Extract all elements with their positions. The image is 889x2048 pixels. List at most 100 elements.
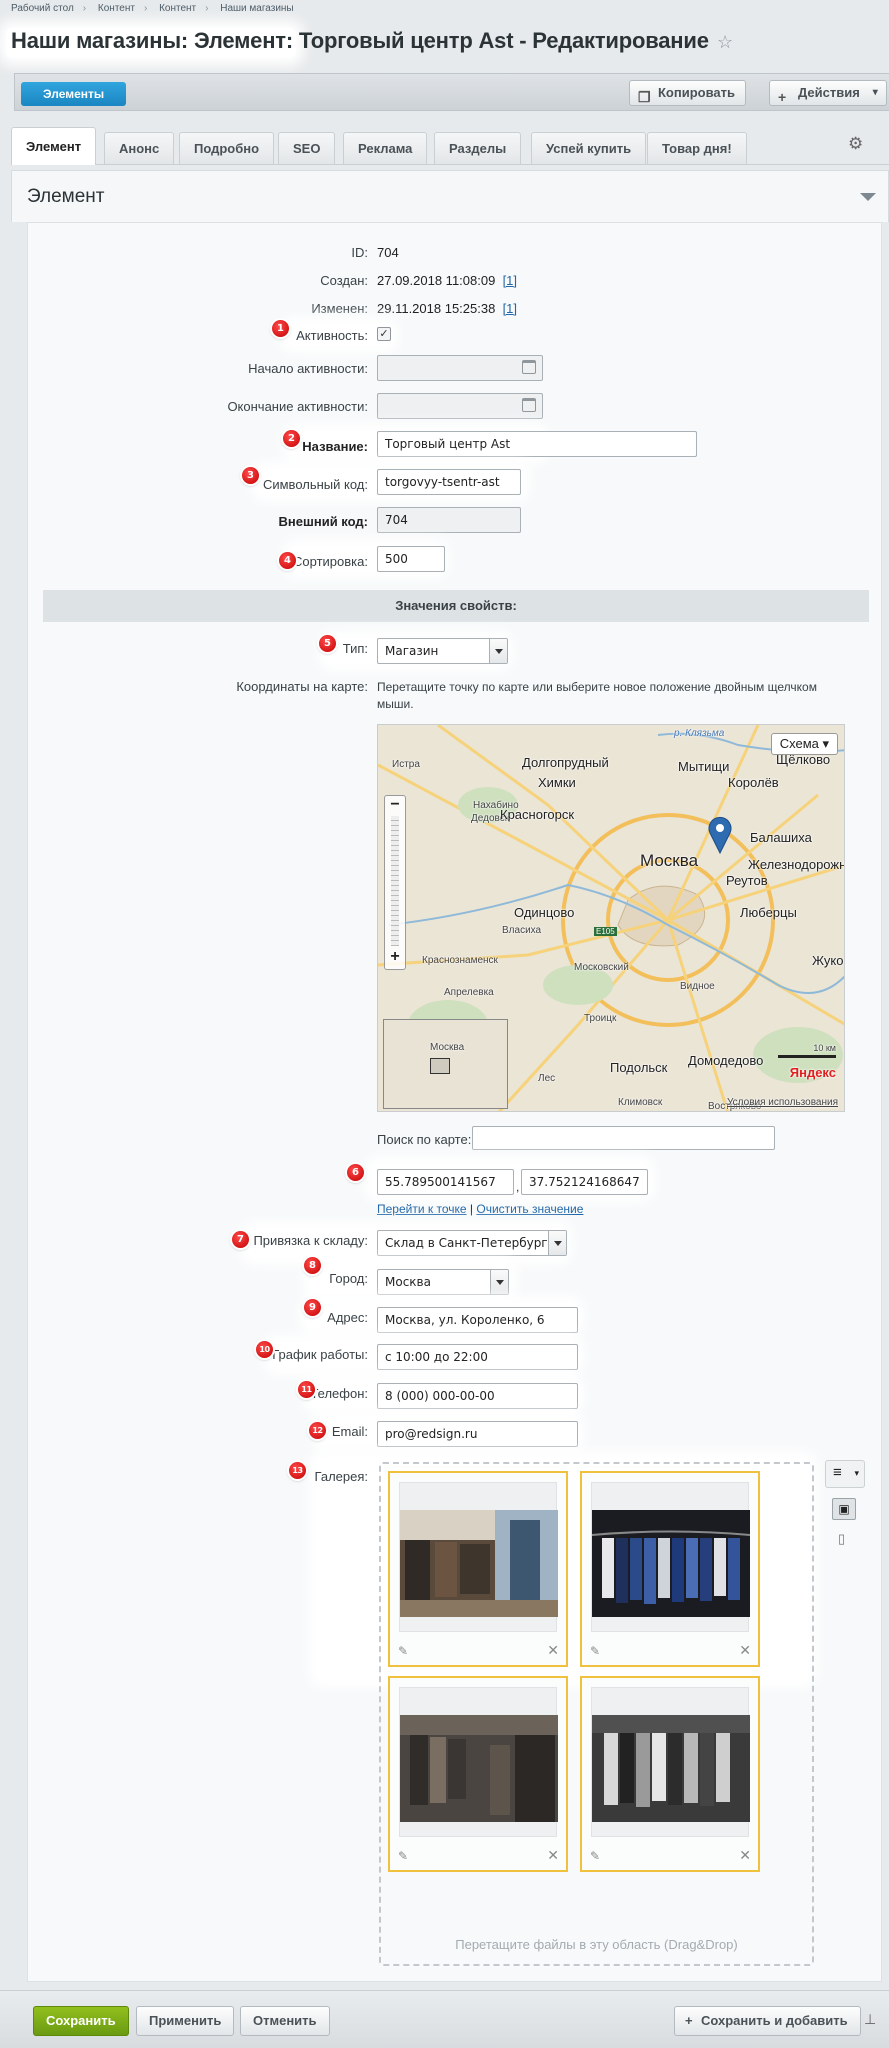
tab-sections[interactable]: Разделы	[434, 132, 522, 164]
gallery-item[interactable]: ✎ ✕	[388, 1471, 568, 1667]
tab-product-day[interactable]: Товар дня!	[647, 132, 747, 164]
badge-10: 10	[256, 1341, 273, 1358]
calendar-icon[interactable]	[522, 360, 536, 374]
apply-button[interactable]: Применить	[136, 2006, 235, 2036]
zoom-in-icon[interactable]: +	[385, 948, 405, 966]
modified-user-link[interactable]: [1]	[503, 301, 517, 316]
zoom-control[interactable]: − +	[384, 795, 406, 970]
page-title: Наши магазины: Элемент: Торговый центр A…	[11, 28, 709, 53]
minimap[interactable]: Москва	[383, 1019, 508, 1109]
map-pin-icon[interactable]	[706, 815, 734, 855]
sort-input[interactable]: 500	[377, 546, 445, 572]
email-input[interactable]: pro@redsign.ru	[377, 1421, 578, 1447]
breadcrumb-item[interactable]: Контент	[98, 3, 135, 14]
edit-icon[interactable]: ✎	[590, 1644, 600, 1658]
calendar-icon[interactable]	[522, 398, 536, 412]
active-from-input[interactable]	[377, 355, 543, 381]
badge-13: 13	[289, 1462, 306, 1479]
properties-header: Значения свойств:	[43, 590, 869, 622]
tab-announce[interactable]: Анонс	[104, 132, 175, 164]
map-label: Долгопрудный	[522, 755, 609, 770]
store-photo	[592, 1715, 750, 1822]
elements-button[interactable]: Элементы	[21, 82, 127, 106]
coords-hint: Перетащите точку по карте или выберите н…	[377, 680, 817, 711]
map-search-label: Поиск по карте:	[377, 1132, 472, 1147]
goto-point-link[interactable]: Перейти к точке	[377, 1202, 467, 1216]
tab-element[interactable]: Элемент	[11, 127, 97, 165]
badge-11: 11	[298, 1381, 315, 1398]
edit-icon[interactable]: ✎	[398, 1849, 408, 1863]
breadcrumb-item[interactable]: Рабочий стол	[11, 3, 74, 14]
map-search-input[interactable]	[472, 1126, 775, 1150]
schedule-input[interactable]: с 10:00 до 22:00	[377, 1344, 578, 1370]
gallery-menu-button[interactable]: ≡ ▾	[825, 1460, 865, 1488]
delete-icon[interactable]: ✕	[739, 1642, 751, 1659]
file-view-icon[interactable]: ▯	[838, 1531, 845, 1547]
badge-9: 9	[304, 1299, 321, 1316]
gallery-item[interactable]: ✎ ✕	[580, 1676, 760, 1872]
image-view-icon[interactable]: ▣	[832, 1498, 856, 1520]
active-from-label: Начало активности:	[248, 361, 368, 376]
longitude-input[interactable]: 37.752124168647	[521, 1169, 648, 1195]
edit-icon[interactable]: ✎	[398, 1644, 408, 1658]
road-label: E105	[594, 927, 617, 936]
delete-icon[interactable]: ✕	[547, 1847, 559, 1864]
edit-icon[interactable]: ✎	[590, 1849, 600, 1863]
star-icon[interactable]: ☆	[717, 32, 733, 53]
map-terms-link[interactable]: Условия использования	[727, 1097, 838, 1108]
copy-button[interactable]: ❐ Копировать	[629, 80, 747, 106]
chevron-down-icon[interactable]	[489, 639, 507, 663]
menu-icon: ≡	[833, 1464, 842, 1481]
map-label: Королёв	[728, 775, 779, 790]
save-button[interactable]: Сохранить	[33, 2006, 129, 2036]
xml-id-input[interactable]: 704	[377, 507, 521, 533]
type-select[interactable]: Магазин	[377, 638, 508, 664]
breadcrumb-item[interactable]: Контент	[159, 3, 196, 14]
name-input[interactable]: Торговый центр Ast	[377, 431, 697, 457]
latitude-input[interactable]: 55.789500141567	[377, 1169, 514, 1195]
gallery-dropzone[interactable]: ✎ ✕ ✎ ✕ ✎ ✕ ✎ ✕ Перетащите файлы в эту облас…	[379, 1462, 814, 1966]
delete-icon[interactable]: ✕	[547, 1642, 559, 1659]
store-select[interactable]: Склад в Санкт-Петербурге	[377, 1230, 567, 1256]
active-checkbox[interactable]: ✓	[377, 327, 391, 341]
tab-detail[interactable]: Подробно	[179, 132, 275, 164]
tab-ads[interactable]: Реклама	[343, 132, 428, 164]
gear-icon[interactable]: ⚙	[848, 134, 863, 154]
tab-seo[interactable]: SEO	[278, 132, 336, 164]
chevron-down-icon[interactable]	[490, 1270, 508, 1294]
created-user-link[interactable]: [1]	[503, 273, 517, 288]
delete-icon[interactable]: ✕	[739, 1847, 751, 1864]
code-input[interactable]: torgovyy-tsentr-ast	[377, 469, 521, 495]
city-select[interactable]: Москва	[377, 1269, 509, 1295]
active-to-input[interactable]	[377, 393, 543, 419]
map[interactable]: Истра Долгопрудный Мытищи Щёлково Химки …	[377, 724, 845, 1112]
chevron-down-icon[interactable]	[548, 1231, 566, 1255]
collapse-icon[interactable]	[860, 193, 876, 201]
pin-icon[interactable]: ⊥	[864, 2011, 876, 2028]
tab-hurry-buy[interactable]: Успей купить	[531, 132, 647, 164]
cancel-button[interactable]: Отменить	[240, 2006, 330, 2036]
map-label: Химки	[538, 775, 576, 790]
river-label: р. Клязьма	[674, 728, 725, 739]
save-and-add-button[interactable]: + Сохранить и добавить	[674, 2006, 861, 2036]
gallery-item[interactable]: ✎ ✕	[580, 1471, 760, 1667]
clear-value-link[interactable]: Очистить значение	[476, 1202, 583, 1216]
actions-button[interactable]: + Действия ▾	[769, 80, 887, 106]
gallery-item[interactable]: ✎ ✕	[388, 1676, 568, 1872]
map-label: Домодедово	[688, 1053, 764, 1068]
minimap-label: Москва	[430, 1042, 465, 1053]
badge-6: 6	[347, 1164, 364, 1181]
chevron-down-icon: ▾	[854, 1468, 859, 1478]
address-input[interactable]: Москва, ул. Короленко, 6	[377, 1307, 578, 1333]
zoom-slider[interactable]	[391, 816, 399, 946]
badge-2: 2	[283, 430, 300, 447]
active-label: Активность:	[296, 328, 368, 343]
badge-5: 5	[319, 635, 336, 652]
breadcrumb-item[interactable]: Наши магазины	[220, 3, 293, 14]
store-photo	[400, 1510, 558, 1617]
zoom-out-icon[interactable]: −	[385, 796, 405, 814]
phone-input[interactable]: 8 (000) 000-00-00	[377, 1383, 578, 1409]
schedule-label: График работы:	[272, 1347, 368, 1362]
map-type-button[interactable]: Схема ▾	[770, 733, 838, 755]
plus-icon: +	[778, 89, 787, 105]
